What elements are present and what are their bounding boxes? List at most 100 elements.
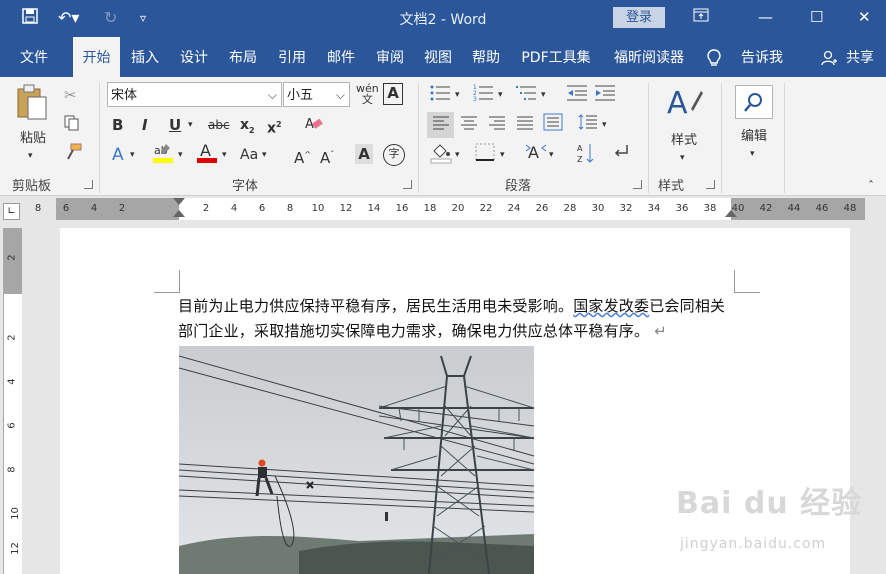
italic-icon[interactable]: I <box>142 114 148 136</box>
maximize-icon[interactable]: ☐ <box>810 8 823 26</box>
styles-launcher-icon[interactable] <box>706 180 715 189</box>
tab-design[interactable]: 设计 <box>171 37 217 77</box>
first-line-indent-marker[interactable] <box>173 198 185 205</box>
collapse-ribbon-icon[interactable]: ˆ <box>868 175 874 197</box>
bullets-icon[interactable] <box>430 84 452 106</box>
divider <box>784 83 785 193</box>
multilevel-dropdown-icon[interactable]: ▾ <box>541 84 546 106</box>
enclose-characters-icon[interactable]: 字 <box>383 144 405 166</box>
bullets-dropdown-icon[interactable]: ▾ <box>455 84 460 106</box>
styles-button[interactable]: 样式 <box>662 129 706 148</box>
character-border-icon[interactable]: A <box>383 83 403 105</box>
tab-references[interactable]: 引用 <box>269 37 315 77</box>
asian-layout-icon[interactable]: A <box>525 143 547 165</box>
subscript-icon[interactable]: x2 <box>240 114 255 136</box>
numbering-icon[interactable]: 123 <box>473 84 495 106</box>
tab-pdf-tools[interactable]: PDF工具集 <box>512 37 600 77</box>
paste-button[interactable]: 粘贴 <box>14 127 52 146</box>
highlight-dropdown-icon[interactable]: ▾ <box>178 144 183 166</box>
strikethrough-icon[interactable]: abc <box>208 114 230 136</box>
svg-text:A: A <box>577 144 583 153</box>
underline-dropdown-icon[interactable]: ▾ <box>188 114 193 136</box>
borders-icon[interactable] <box>475 143 495 165</box>
share-button[interactable]: 共享 <box>840 37 880 77</box>
tab-mailings[interactable]: 邮件 <box>318 37 364 77</box>
change-case-dropdown-icon[interactable]: ▾ <box>262 144 267 166</box>
ruler-number: 12 <box>339 203 353 214</box>
shading-dropdown-icon[interactable]: ▾ <box>455 144 460 166</box>
login-button[interactable]: 登录 <box>613 7 665 28</box>
tab-insert[interactable]: 插入 <box>122 37 168 77</box>
grow-font-icon[interactable]: A^ <box>294 144 311 167</box>
tab-file[interactable]: 文件 <box>8 37 60 77</box>
font-name-select[interactable]: 宋体 ⌵ <box>107 82 282 107</box>
font-launcher-icon[interactable] <box>403 180 412 189</box>
ribbon-display-icon[interactable] <box>693 8 709 26</box>
numbering-dropdown-icon[interactable]: ▾ <box>498 84 503 106</box>
clear-formatting-icon[interactable]: A <box>304 115 324 137</box>
copy-icon[interactable] <box>64 115 80 137</box>
tell-me-search[interactable]: 告诉我 <box>732 37 792 77</box>
font-size-select[interactable]: 小五 ⌵ <box>283 82 350 107</box>
phonetic-guide-icon[interactable]: wén 文 <box>356 83 379 105</box>
increase-indent-icon[interactable] <box>595 84 615 106</box>
tab-view[interactable]: 视图 <box>415 37 461 77</box>
tab-home[interactable]: 开始 <box>73 37 120 77</box>
right-indent-marker[interactable] <box>725 210 737 217</box>
underline-icon[interactable]: U <box>169 114 181 136</box>
paste-dropdown-icon[interactable]: ▾ <box>28 145 33 167</box>
line-spacing-dropdown-icon[interactable]: ▾ <box>602 114 607 136</box>
justify-icon[interactable] <box>516 114 534 136</box>
tab-help[interactable]: 帮助 <box>463 37 509 77</box>
align-left-icon[interactable] <box>427 112 454 138</box>
clipboard-launcher-icon[interactable] <box>84 180 93 189</box>
text-effects-icon[interactable]: A <box>112 144 124 166</box>
paragraph-launcher-icon[interactable] <box>633 180 642 189</box>
styles-dropdown-icon[interactable]: ▾ <box>680 147 685 169</box>
cut-icon[interactable]: ✂ <box>64 84 77 106</box>
close-icon[interactable]: ✕ <box>858 8 871 26</box>
minimize-icon[interactable]: — <box>758 8 773 26</box>
font-color-dropdown-icon[interactable]: ▾ <box>222 144 227 166</box>
undo-icon[interactable]: ↶▾ <box>58 8 79 27</box>
vertical-ruler[interactable]: 2 2 4 6 8 10 12 <box>3 228 22 574</box>
character-shading-icon[interactable]: A <box>355 144 373 164</box>
multilevel-list-icon[interactable] <box>516 84 538 106</box>
document-image[interactable] <box>179 346 534 574</box>
editing-dropdown-icon[interactable]: ▾ <box>750 143 755 165</box>
share-person-icon[interactable] <box>820 37 838 77</box>
tab-selector-icon[interactable]: ∟ <box>3 203 20 220</box>
asian-layout-dropdown-icon[interactable]: ▾ <box>549 144 554 166</box>
sort-icon[interactable]: AZ <box>576 142 596 164</box>
distributed-icon[interactable] <box>543 113 563 135</box>
save-icon[interactable] <box>22 8 38 28</box>
change-case-icon[interactable]: Aa <box>240 144 258 166</box>
paste-icon[interactable] <box>14 83 50 126</box>
align-right-icon[interactable] <box>488 114 506 136</box>
horizontal-ruler[interactable]: 8 6 4 2 2 4 6 8 10 12 14 16 18 20 22 24 26 28 30 32 34 36 38 40… <box>35 198 865 220</box>
line-spacing-icon[interactable] <box>578 114 598 136</box>
align-center-icon[interactable] <box>460 114 478 136</box>
text-effects-dropdown-icon[interactable]: ▾ <box>130 144 135 166</box>
shrink-font-icon[interactable]: Aˇ <box>320 144 334 167</box>
editing-button[interactable]: 编辑 <box>732 125 776 144</box>
grammar-flagged-text[interactable]: 国家发改委 <box>573 297 649 315</box>
styles-icon[interactable]: A <box>665 83 705 126</box>
redo-icon[interactable]: ↻ <box>104 8 117 27</box>
document-paragraph[interactable]: 目前为止电力供应保持平稳有序，居民生活用电未受影响。国家发改委已会同相关部门企业… <box>178 294 738 344</box>
left-indent-marker[interactable] <box>173 210 185 217</box>
bold-icon[interactable]: B <box>112 114 123 136</box>
show-paragraph-marks-icon[interactable] <box>612 143 630 165</box>
superscript-icon[interactable]: x2 <box>267 114 282 137</box>
shading-icon[interactable] <box>430 142 452 164</box>
tab-foxit-reader[interactable]: 福昕阅读器 <box>605 37 693 77</box>
borders-dropdown-icon[interactable]: ▾ <box>500 144 505 166</box>
tab-layout[interactable]: 布局 <box>220 37 266 77</box>
highlight-color-icon[interactable]: ab <box>152 141 174 163</box>
tab-review[interactable]: 审阅 <box>367 37 413 77</box>
customize-toolbar-icon[interactable]: ▿ <box>140 11 146 25</box>
font-color-icon[interactable]: A <box>196 141 218 163</box>
search-icon[interactable] <box>735 85 773 119</box>
format-painter-icon[interactable] <box>64 143 82 165</box>
decrease-indent-icon[interactable] <box>567 84 587 106</box>
